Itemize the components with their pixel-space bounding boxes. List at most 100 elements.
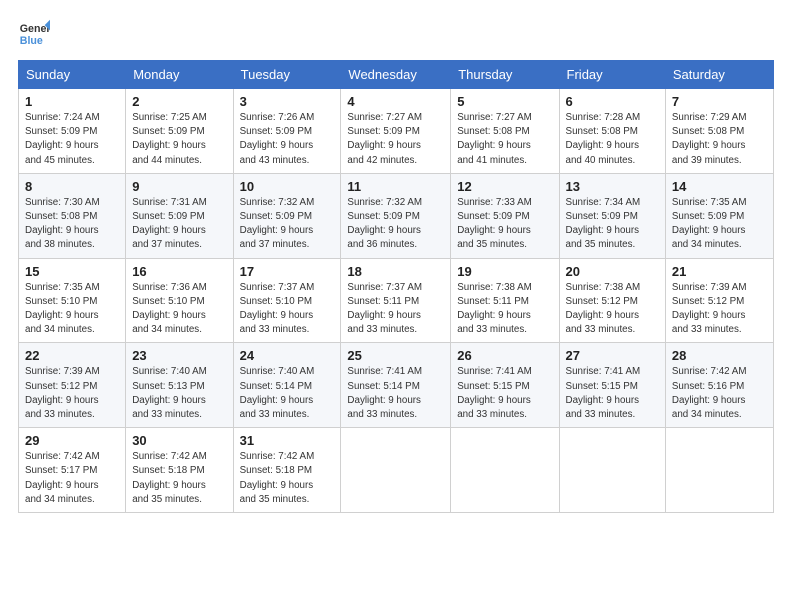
calendar-cell: 13 Sunrise: 7:34 AMSunset: 5:09 PMDayligh… bbox=[559, 173, 665, 258]
day-info: Sunrise: 7:25 AMSunset: 5:09 PMDaylight:… bbox=[132, 111, 226, 168]
day-number: 5 bbox=[457, 94, 552, 109]
day-info: Sunrise: 7:39 AMSunset: 5:12 PMDaylight:… bbox=[672, 281, 767, 338]
day-header-sunday: Sunday bbox=[19, 61, 126, 89]
header: General Blue bbox=[18, 18, 774, 50]
calendar-week-row: 8 Sunrise: 7:30 AMSunset: 5:08 PMDaylight… bbox=[19, 173, 774, 258]
day-number: 4 bbox=[347, 94, 444, 109]
calendar-cell: 31 Sunrise: 7:42 AMSunset: 5:18 PMDayligh… bbox=[233, 428, 341, 513]
logo: General Blue bbox=[18, 18, 50, 50]
day-header-monday: Monday bbox=[126, 61, 233, 89]
calendar-week-row: 29 Sunrise: 7:42 AMSunset: 5:17 PMDayligh… bbox=[19, 428, 774, 513]
calendar-cell: 19Sunrise: 7:38 AMSunset: 5:11 PMDayligh… bbox=[451, 258, 559, 343]
calendar-cell: 15 Sunrise: 7:35 AMSunset: 5:10 PMDayligh… bbox=[19, 258, 126, 343]
calendar-cell: 11 Sunrise: 7:32 AMSunset: 5:09 PMDayligh… bbox=[341, 173, 451, 258]
day-number: 14 bbox=[672, 179, 767, 194]
day-info: Sunrise: 7:37 AMSunset: 5:11 PMDaylight:… bbox=[347, 281, 444, 338]
day-info: Sunrise: 7:40 AMSunset: 5:14 PMDaylight:… bbox=[240, 365, 335, 422]
day-number: 22 bbox=[25, 348, 119, 363]
calendar-cell: 21Sunrise: 7:39 AMSunset: 5:12 PMDayligh… bbox=[665, 258, 773, 343]
calendar: SundayMondayTuesdayWednesdayThursdayFrid… bbox=[18, 60, 774, 513]
day-info: Sunrise: 7:42 AMSunset: 5:17 PMDaylight:… bbox=[25, 450, 119, 507]
day-info: Sunrise: 7:35 AMSunset: 5:10 PMDaylight:… bbox=[25, 281, 119, 338]
calendar-cell: 26 Sunrise: 7:41 AMSunset: 5:15 PMDayligh… bbox=[451, 343, 559, 428]
day-info: Sunrise: 7:41 AMSunset: 5:15 PMDaylight:… bbox=[457, 365, 552, 422]
day-info: Sunrise: 7:29 AMSunset: 5:08 PMDaylight:… bbox=[672, 111, 767, 168]
day-info: Sunrise: 7:32 AMSunset: 5:09 PMDaylight:… bbox=[347, 196, 444, 253]
calendar-cell bbox=[559, 428, 665, 513]
calendar-cell: 4 Sunrise: 7:27 AMSunset: 5:09 PMDaylight… bbox=[341, 89, 451, 174]
calendar-cell: 2 Sunrise: 7:25 AMSunset: 5:09 PMDaylight… bbox=[126, 89, 233, 174]
day-number: 10 bbox=[240, 179, 335, 194]
day-number: 18 bbox=[347, 264, 444, 279]
calendar-cell: 28Sunrise: 7:42 AMSunset: 5:16 PMDayligh… bbox=[665, 343, 773, 428]
day-info: Sunrise: 7:31 AMSunset: 5:09 PMDaylight:… bbox=[132, 196, 226, 253]
calendar-cell: 6Sunrise: 7:28 AMSunset: 5:08 PMDaylight… bbox=[559, 89, 665, 174]
day-info: Sunrise: 7:42 AMSunset: 5:18 PMDaylight:… bbox=[132, 450, 226, 507]
calendar-cell: 9 Sunrise: 7:31 AMSunset: 5:09 PMDaylight… bbox=[126, 173, 233, 258]
calendar-cell: 3Sunrise: 7:26 AMSunset: 5:09 PMDaylight… bbox=[233, 89, 341, 174]
day-info: Sunrise: 7:41 AMSunset: 5:14 PMDaylight:… bbox=[347, 365, 444, 422]
day-number: 31 bbox=[240, 433, 335, 448]
calendar-cell: 5 Sunrise: 7:27 AMSunset: 5:08 PMDaylight… bbox=[451, 89, 559, 174]
day-header-friday: Friday bbox=[559, 61, 665, 89]
day-number: 26 bbox=[457, 348, 552, 363]
calendar-cell bbox=[451, 428, 559, 513]
svg-text:Blue: Blue bbox=[20, 35, 43, 47]
page: General Blue SundayMondayTuesdayWednesda… bbox=[0, 0, 792, 612]
calendar-cell: 14Sunrise: 7:35 AMSunset: 5:09 PMDayligh… bbox=[665, 173, 773, 258]
day-number: 1 bbox=[25, 94, 119, 109]
day-info: Sunrise: 7:42 AMSunset: 5:18 PMDaylight:… bbox=[240, 450, 335, 507]
day-number: 27 bbox=[566, 348, 659, 363]
day-number: 29 bbox=[25, 433, 119, 448]
calendar-week-row: 1Sunrise: 7:24 AMSunset: 5:09 PMDaylight… bbox=[19, 89, 774, 174]
calendar-cell: 16Sunrise: 7:36 AMSunset: 5:10 PMDayligh… bbox=[126, 258, 233, 343]
day-info: Sunrise: 7:27 AMSunset: 5:09 PMDaylight:… bbox=[347, 111, 444, 168]
calendar-cell: 25 Sunrise: 7:41 AMSunset: 5:14 PMDayligh… bbox=[341, 343, 451, 428]
calendar-cell: 12Sunrise: 7:33 AMSunset: 5:09 PMDayligh… bbox=[451, 173, 559, 258]
day-info: Sunrise: 7:26 AMSunset: 5:09 PMDaylight:… bbox=[240, 111, 335, 168]
calendar-cell: 29 Sunrise: 7:42 AMSunset: 5:17 PMDayligh… bbox=[19, 428, 126, 513]
calendar-cell: 10 Sunrise: 7:32 AMSunset: 5:09 PMDayligh… bbox=[233, 173, 341, 258]
day-info: Sunrise: 7:39 AMSunset: 5:12 PMDaylight:… bbox=[25, 365, 119, 422]
calendar-week-row: 15 Sunrise: 7:35 AMSunset: 5:10 PMDayligh… bbox=[19, 258, 774, 343]
day-number: 28 bbox=[672, 348, 767, 363]
calendar-cell: 18 Sunrise: 7:37 AMSunset: 5:11 PMDayligh… bbox=[341, 258, 451, 343]
day-number: 30 bbox=[132, 433, 226, 448]
day-number: 11 bbox=[347, 179, 444, 194]
day-header-thursday: Thursday bbox=[451, 61, 559, 89]
day-info: Sunrise: 7:41 AMSunset: 5:15 PMDaylight:… bbox=[566, 365, 659, 422]
day-info: Sunrise: 7:32 AMSunset: 5:09 PMDaylight:… bbox=[240, 196, 335, 253]
calendar-cell bbox=[341, 428, 451, 513]
day-number: 8 bbox=[25, 179, 119, 194]
calendar-header-row: SundayMondayTuesdayWednesdayThursdayFrid… bbox=[19, 61, 774, 89]
calendar-cell: 8 Sunrise: 7:30 AMSunset: 5:08 PMDaylight… bbox=[19, 173, 126, 258]
logo-icon: General Blue bbox=[18, 18, 50, 50]
day-number: 13 bbox=[566, 179, 659, 194]
day-info: Sunrise: 7:38 AMSunset: 5:12 PMDaylight:… bbox=[566, 281, 659, 338]
calendar-cell: 20 Sunrise: 7:38 AMSunset: 5:12 PMDayligh… bbox=[559, 258, 665, 343]
day-number: 19 bbox=[457, 264, 552, 279]
calendar-cell: 7 Sunrise: 7:29 AMSunset: 5:08 PMDaylight… bbox=[665, 89, 773, 174]
day-info: Sunrise: 7:28 AMSunset: 5:08 PMDaylight:… bbox=[566, 111, 659, 168]
day-info: Sunrise: 7:34 AMSunset: 5:09 PMDaylight:… bbox=[566, 196, 659, 253]
day-number: 15 bbox=[25, 264, 119, 279]
day-info: Sunrise: 7:27 AMSunset: 5:08 PMDaylight:… bbox=[457, 111, 552, 168]
day-header-tuesday: Tuesday bbox=[233, 61, 341, 89]
day-info: Sunrise: 7:37 AMSunset: 5:10 PMDaylight:… bbox=[240, 281, 335, 338]
day-number: 9 bbox=[132, 179, 226, 194]
calendar-cell: 22 Sunrise: 7:39 AMSunset: 5:12 PMDayligh… bbox=[19, 343, 126, 428]
calendar-cell: 23Sunrise: 7:40 AMSunset: 5:13 PMDayligh… bbox=[126, 343, 233, 428]
calendar-cell bbox=[665, 428, 773, 513]
day-number: 23 bbox=[132, 348, 226, 363]
day-number: 24 bbox=[240, 348, 335, 363]
day-header-wednesday: Wednesday bbox=[341, 61, 451, 89]
day-info: Sunrise: 7:30 AMSunset: 5:08 PMDaylight:… bbox=[25, 196, 119, 253]
day-number: 12 bbox=[457, 179, 552, 194]
day-number: 2 bbox=[132, 94, 226, 109]
day-number: 20 bbox=[566, 264, 659, 279]
day-info: Sunrise: 7:36 AMSunset: 5:10 PMDaylight:… bbox=[132, 281, 226, 338]
calendar-cell: 17Sunrise: 7:37 AMSunset: 5:10 PMDayligh… bbox=[233, 258, 341, 343]
calendar-cell: 30 Sunrise: 7:42 AMSunset: 5:18 PMDayligh… bbox=[126, 428, 233, 513]
day-number: 7 bbox=[672, 94, 767, 109]
day-number: 25 bbox=[347, 348, 444, 363]
